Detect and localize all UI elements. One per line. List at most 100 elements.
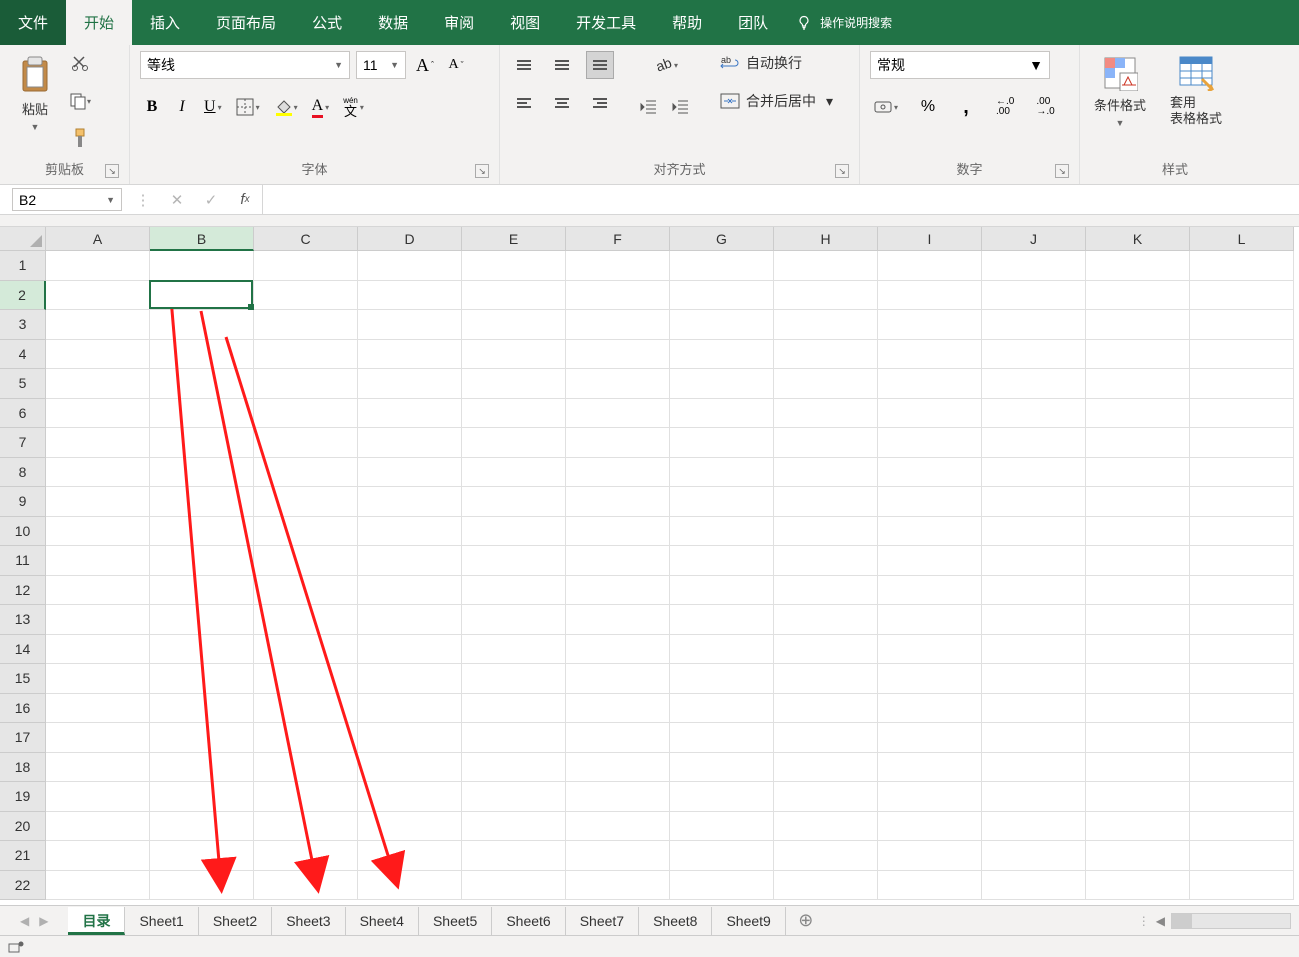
row-header-5[interactable]: 5 [0, 369, 46, 399]
cell[interactable] [358, 694, 462, 724]
cell[interactable] [358, 664, 462, 694]
row-header-20[interactable]: 20 [0, 812, 46, 842]
cell[interactable] [566, 546, 670, 576]
cell[interactable] [254, 576, 358, 606]
cell[interactable] [358, 487, 462, 517]
cell[interactable] [462, 458, 566, 488]
ribbon-tab-team[interactable]: 团队 [720, 0, 786, 45]
cell[interactable] [566, 812, 670, 842]
cell[interactable] [46, 517, 150, 547]
cell[interactable] [46, 428, 150, 458]
ribbon-tab-developer[interactable]: 开发工具 [558, 0, 654, 45]
insert-function-button[interactable]: fx [228, 191, 262, 208]
cell[interactable] [1086, 281, 1190, 311]
cell[interactable] [878, 399, 982, 429]
cell[interactable] [566, 605, 670, 635]
cell[interactable] [1190, 605, 1294, 635]
cell[interactable] [1086, 812, 1190, 842]
align-top-button[interactable] [510, 51, 538, 79]
cell[interactable] [150, 310, 254, 340]
underline-button[interactable]: U▾ [200, 93, 226, 121]
cell[interactable] [774, 871, 878, 901]
sheet-tab-目录[interactable]: 目录 [68, 907, 125, 935]
cell[interactable] [150, 546, 254, 576]
cell[interactable] [46, 310, 150, 340]
row-header-7[interactable]: 7 [0, 428, 46, 458]
cell[interactable] [982, 841, 1086, 871]
borders-button[interactable]: ▾ [232, 93, 264, 121]
cell[interactable] [358, 517, 462, 547]
cell[interactable] [1190, 694, 1294, 724]
row-header-14[interactable]: 14 [0, 635, 46, 665]
cell[interactable] [774, 812, 878, 842]
cell[interactable] [358, 723, 462, 753]
cell[interactable] [1086, 664, 1190, 694]
tell-me-search[interactable]: 操作说明搜索 [796, 0, 892, 45]
cell[interactable] [566, 841, 670, 871]
cell[interactable] [878, 753, 982, 783]
column-header-D[interactable]: D [358, 227, 462, 251]
cell[interactable] [774, 251, 878, 281]
cell[interactable] [254, 428, 358, 458]
increase-indent-button[interactable] [668, 93, 694, 121]
row-header-22[interactable]: 22 [0, 871, 46, 901]
cell[interactable] [566, 251, 670, 281]
cancel-entry-button[interactable]: ✕ [160, 191, 194, 209]
cell[interactable] [566, 458, 670, 488]
cell[interactable] [358, 458, 462, 488]
cell[interactable] [566, 281, 670, 311]
column-header-H[interactable]: H [774, 227, 878, 251]
cell[interactable] [1190, 340, 1294, 370]
cell[interactable] [358, 399, 462, 429]
cell[interactable] [982, 753, 1086, 783]
cell[interactable] [358, 369, 462, 399]
horizontal-scrollbar[interactable] [1171, 913, 1291, 929]
cell[interactable] [46, 546, 150, 576]
cell[interactable] [982, 576, 1086, 606]
cell[interactable] [1086, 458, 1190, 488]
cell[interactable] [1190, 635, 1294, 665]
cell[interactable] [774, 576, 878, 606]
cell[interactable] [462, 723, 566, 753]
cell[interactable] [46, 812, 150, 842]
cell[interactable] [774, 487, 878, 517]
cell[interactable] [1190, 576, 1294, 606]
cell[interactable] [670, 517, 774, 547]
cell[interactable] [462, 871, 566, 901]
cell[interactable] [878, 369, 982, 399]
cell[interactable] [774, 841, 878, 871]
cell[interactable] [46, 487, 150, 517]
column-header-F[interactable]: F [566, 227, 670, 251]
cell[interactable] [670, 664, 774, 694]
cell[interactable] [1190, 399, 1294, 429]
cell[interactable] [566, 369, 670, 399]
cell[interactable] [1190, 310, 1294, 340]
row-header-12[interactable]: 12 [0, 576, 46, 606]
cell[interactable] [150, 841, 254, 871]
cell[interactable] [254, 369, 358, 399]
cell[interactable] [358, 782, 462, 812]
cell[interactable] [878, 576, 982, 606]
decrease-indent-button[interactable] [636, 93, 662, 121]
cell[interactable] [670, 369, 774, 399]
row-header-9[interactable]: 9 [0, 487, 46, 517]
cell[interactable] [566, 576, 670, 606]
cell[interactable] [1086, 841, 1190, 871]
cell[interactable] [1190, 281, 1294, 311]
copy-button[interactable]: ▾ [68, 89, 92, 113]
cell[interactable] [1190, 251, 1294, 281]
cell[interactable] [1190, 369, 1294, 399]
cell[interactable] [1190, 782, 1294, 812]
cell[interactable] [982, 458, 1086, 488]
cell[interactable] [1086, 635, 1190, 665]
cell[interactable] [878, 517, 982, 547]
number-format-combo[interactable]: 常规▼ [870, 51, 1050, 79]
cell[interactable] [1086, 310, 1190, 340]
cell[interactable] [670, 753, 774, 783]
cell[interactable] [670, 399, 774, 429]
cell[interactable] [358, 605, 462, 635]
cell[interactable] [982, 340, 1086, 370]
cell[interactable] [982, 281, 1086, 311]
cell[interactable] [566, 782, 670, 812]
cell[interactable] [254, 664, 358, 694]
